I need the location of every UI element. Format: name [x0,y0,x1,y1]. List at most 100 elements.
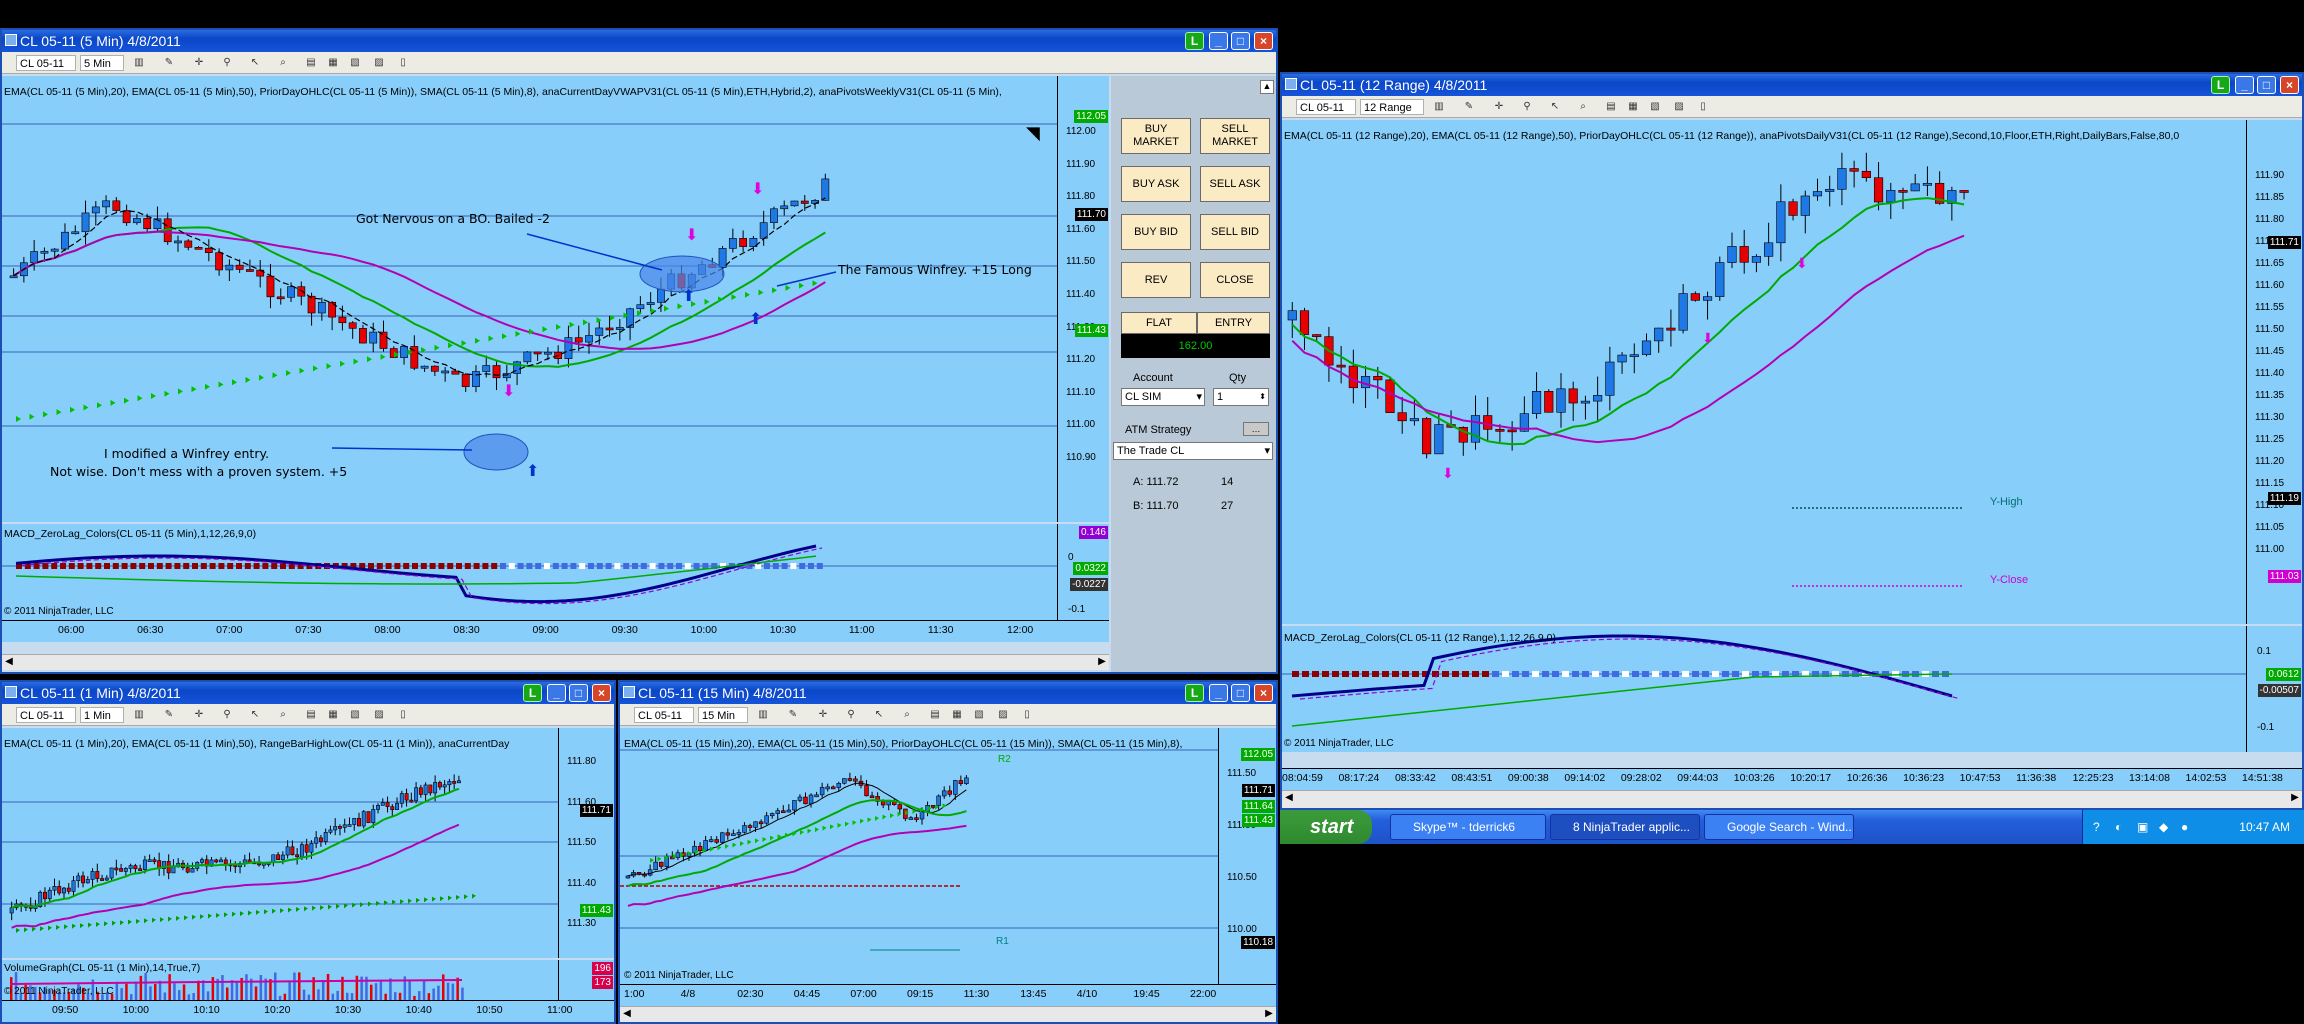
scroll-right-icon[interactable]: ▶ [1095,656,1109,668]
interval-selector[interactable]: 12 Range [1360,99,1424,115]
title-bar[interactable]: CL 05-11 (12 Range) 4/8/2011 L _ □ × [1282,74,2302,96]
minimize-button[interactable]: _ [547,684,566,702]
pointer-icon[interactable]: ↖ [248,708,262,722]
horizontal-scrollbar[interactable]: ◀ ▶ [2,654,1109,670]
zoom-icon[interactable]: ⌕ [900,708,914,722]
close-position-button[interactable]: CLOSE [1200,262,1270,298]
crosshair-icon[interactable]: ✛ [1492,100,1506,114]
link-button[interactable]: L [1185,684,1204,702]
pin-icon[interactable]: ⚲ [220,708,234,722]
scroll-left-icon[interactable]: ◀ [2,656,16,668]
sell-ask-button[interactable]: SELL ASK [1200,166,1270,202]
sell-bid-button[interactable]: SELL BID [1200,214,1270,250]
properties-icon[interactable]: ▨ [1672,100,1686,114]
data-box-icon[interactable]: ▯ [1696,100,1710,114]
price-panel[interactable]: EMA(CL 05-11 (1 Min),20), EMA(CL 05-11 (… [2,728,558,958]
instrument-selector[interactable]: CL 05-11 [1296,99,1356,115]
tray-icon-1[interactable]: ◐ [2115,810,2122,844]
volume-panel[interactable]: VolumeGraph(CL 05-11 (1 Min),14,True,7) … [2,960,558,1000]
reverse-button[interactable]: REV [1121,262,1191,298]
close-button[interactable]: × [592,684,611,702]
chart-trader-icon[interactable]: ▤ [1604,100,1618,114]
macd-panel[interactable]: MACD_ZeroLag_Colors(CL 05-11 (12 Range),… [1282,626,2246,752]
maximize-button[interactable]: □ [2257,76,2276,94]
pin-icon[interactable]: ⚲ [220,56,234,70]
pencil-icon[interactable]: ✎ [786,708,800,722]
close-button[interactable]: × [2280,76,2299,94]
indicators-icon[interactable]: ▦ [1626,100,1640,114]
maximize-button[interactable]: □ [1231,684,1250,702]
interval-selector[interactable]: 1 Min [80,707,124,723]
properties-icon[interactable]: ▨ [372,56,386,70]
crosshair-icon[interactable]: ✛ [816,708,830,722]
indicators-icon[interactable]: ▦ [326,708,340,722]
chart-trader-icon[interactable]: ▤ [304,56,318,70]
crosshair-icon[interactable]: ✛ [192,708,206,722]
bar-type-icon[interactable]: ▥ [1432,100,1446,114]
chart-trader-icon[interactable]: ▤ [928,708,942,722]
properties-icon[interactable]: ▨ [372,708,386,722]
data-box-icon[interactable]: ▯ [396,708,410,722]
properties-icon[interactable]: ▨ [996,708,1010,722]
strategies-icon[interactable]: ▧ [972,708,986,722]
minimize-button[interactable]: _ [2235,76,2254,94]
title-bar[interactable]: CL 05-11 (15 Min) 4/8/2011 L _ □ × [620,682,1276,704]
scroll-right-icon[interactable]: ▶ [2288,792,2302,804]
horizontal-scrollbar[interactable]: ◀ ▶ [620,1006,1276,1022]
zoom-icon[interactable]: ⌕ [276,56,290,70]
zoom-icon[interactable]: ⌕ [1576,100,1590,114]
crosshair-icon[interactable]: ✛ [192,56,206,70]
quantity-stepper[interactable]: 1 ⬍ [1213,388,1269,406]
minimize-button[interactable]: _ [1209,684,1228,702]
minimize-button[interactable]: _ [1209,32,1228,50]
interval-selector[interactable]: 5 Min [80,55,124,71]
instrument-selector[interactable]: CL 05-11 [16,55,76,71]
pin-icon[interactable]: ⚲ [1520,100,1534,114]
strategies-icon[interactable]: ▧ [348,708,362,722]
taskbar-item-skype[interactable]: Skype™ - tderrick6 [1390,814,1546,840]
price-panel[interactable]: ⬇ ⬇ ⬇ EMA(CL 05-11 (12 Range),20), EMA(CL … [1282,120,2246,624]
data-box-icon[interactable]: ▯ [396,56,410,70]
scroll-right-icon[interactable]: ▶ [1262,1008,1276,1020]
title-bar[interactable]: CL 05-11 (5 Min) 4/8/2011 L _ □ × [2,30,1276,52]
buy-bid-button[interactable]: BUY BID [1121,214,1191,250]
price-panel[interactable]: ⬆ ⬆ ⬆ ⬇ ⬇ ⬇ EMA(CL 05-11 (5 Min),20), EMA(CL … [2,76,1057,522]
pointer-icon[interactable]: ↖ [872,708,886,722]
sell-market-button[interactable]: SELL MARKET [1200,118,1270,154]
close-button[interactable]: × [1254,32,1273,50]
help-icon[interactable]: ? [2093,810,2100,844]
atm-strategy-select[interactable]: The Trade CL ▾ [1113,442,1273,460]
maximize-button[interactable]: □ [569,684,588,702]
taskbar-item-browser[interactable]: Google Search - Wind... [1704,814,1854,840]
link-button[interactable]: L [523,684,542,702]
interval-selector[interactable]: 15 Min [698,707,748,723]
scroll-left-icon[interactable]: ◀ [1282,792,1296,804]
buy-ask-button[interactable]: BUY ASK [1121,166,1191,202]
strategies-icon[interactable]: ▧ [1648,100,1662,114]
atm-options-button[interactable]: … [1243,422,1269,436]
horizontal-scrollbar[interactable]: ◀ ▶ [1282,790,2302,808]
volume-icon[interactable]: ◆ [2159,810,2168,844]
pencil-icon[interactable]: ✎ [1462,100,1476,114]
title-bar[interactable]: CL 05-11 (1 Min) 4/8/2011 L _ □ × [2,682,614,704]
network-icon[interactable]: ▣ [2137,810,2148,844]
scroll-left-icon[interactable]: ◀ [620,1008,634,1020]
bar-type-icon[interactable]: ▥ [132,708,146,722]
link-button[interactable]: L [2211,76,2230,94]
instrument-selector[interactable]: CL 05-11 [16,707,76,723]
pointer-icon[interactable]: ↖ [1548,100,1562,114]
link-button[interactable]: L [1185,32,1204,50]
indicators-icon[interactable]: ▦ [326,56,340,70]
pencil-icon[interactable]: ✎ [162,708,176,722]
data-box-icon[interactable]: ▯ [1020,708,1034,722]
chart-trader-icon[interactable]: ▤ [304,708,318,722]
collapse-icon[interactable]: ▲ [1260,80,1274,94]
pointer-icon[interactable]: ↖ [248,56,262,70]
pin-icon[interactable]: ⚲ [844,708,858,722]
account-select[interactable]: CL SIM ▾ [1121,388,1205,406]
buy-market-button[interactable]: BUY MARKET [1121,118,1191,154]
pencil-icon[interactable]: ✎ [162,56,176,70]
instrument-selector[interactable]: CL 05-11 [634,707,694,723]
bar-type-icon[interactable]: ▥ [756,708,770,722]
security-icon[interactable]: ● [2181,810,2188,844]
